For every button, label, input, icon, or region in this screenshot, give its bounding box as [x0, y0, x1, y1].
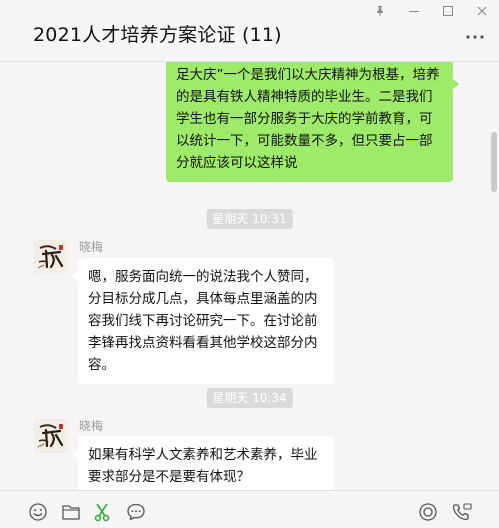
- calligraphy-avatar-icon: [34, 419, 68, 453]
- emoji-button[interactable]: [27, 501, 49, 523]
- title-bar: 2021人才培养方案论证 (11): [0, 0, 499, 62]
- input-toolbar: [0, 490, 499, 528]
- live-icon: [419, 503, 437, 521]
- voice-call-icon: [452, 503, 472, 521]
- outgoing-message[interactable]: 足大庆”一个是我们以大庆精神为根基，培养的是具有铁人精神特质的毕业生。二是我们学…: [166, 62, 459, 182]
- more-button[interactable]: [465, 30, 485, 44]
- minimize-icon: [409, 11, 419, 12]
- chat-title: 2021人才培养方案论证 (11): [33, 24, 282, 46]
- chat-window: 2021人才培养方案论证 (11) 足大庆”一个是我们以大庆精神为根基，培养的是…: [0, 0, 499, 528]
- minimize-button[interactable]: [397, 0, 431, 22]
- pin-icon: [377, 6, 383, 16]
- more-icon: [466, 35, 484, 39]
- close-icon: [477, 6, 487, 16]
- scrollbar-thumb[interactable]: [491, 132, 497, 192]
- scissors-icon: [94, 503, 110, 522]
- sender-name: 晓梅: [79, 240, 104, 254]
- message-list[interactable]: 足大庆”一个是我们以大庆精神为根基，培养的是具有铁人精神特质的毕业生。二是我们学…: [0, 62, 499, 490]
- calligraphy-avatar-icon: [34, 240, 68, 274]
- incoming-message[interactable]: 嗯，服务面向统一的说法我个人赞同，分目标分成几点，具体每点里涵盖的内容我们线下再…: [72, 258, 334, 384]
- timestamp: 星期天 10:31: [206, 209, 293, 229]
- chat-history-button[interactable]: [125, 501, 147, 523]
- incoming-message[interactable]: 如果有科学人文素养和艺术素养，毕业要求部分是不是要有体现？: [72, 436, 334, 490]
- folder-icon: [62, 505, 80, 520]
- pin-button[interactable]: [363, 0, 397, 22]
- live-button[interactable]: [417, 501, 439, 523]
- sender-name: 晓梅: [79, 419, 104, 433]
- voice-call-button[interactable]: [451, 501, 473, 523]
- emoji-icon: [29, 503, 47, 521]
- timestamp: 星期天 10:34: [206, 388, 293, 408]
- maximize-icon: [443, 6, 453, 16]
- send-file-button[interactable]: [60, 501, 82, 523]
- window-controls: [363, 0, 499, 22]
- close-button[interactable]: [465, 0, 499, 22]
- screenshot-button[interactable]: [91, 501, 113, 523]
- maximize-button[interactable]: [431, 0, 465, 22]
- chat-history-icon: [127, 503, 145, 521]
- avatar[interactable]: [34, 419, 68, 453]
- avatar[interactable]: [34, 240, 68, 274]
